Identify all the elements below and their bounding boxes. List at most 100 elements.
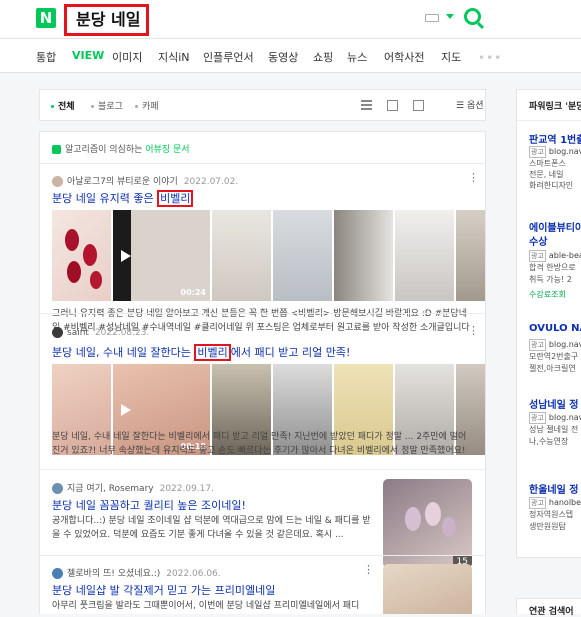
ad-badge: 광고 bbox=[529, 146, 546, 158]
post-title[interactable]: 분당 네일샵 발 각질제거 믿고 가는 프리미엘네일 bbox=[52, 582, 275, 598]
highlighted-keyword: 비벨리 bbox=[157, 190, 194, 207]
dot-icon bbox=[135, 105, 138, 108]
related-title: 연관 검색어 bbox=[529, 607, 574, 617]
more-options-icon[interactable]: ⋮ bbox=[363, 564, 374, 575]
salon-photo[interactable] bbox=[273, 210, 332, 301]
ad-title[interactable]: OVULO NAIL bbox=[529, 323, 581, 334]
author-name[interactable]: 아날로그7의 뷰티로운 이야기 bbox=[67, 177, 178, 187]
post-title[interactable]: 분당 네일 꼼꼼하고 퀄리티 높은 조이네일! bbox=[52, 497, 246, 513]
filter-all[interactable]: 전체 bbox=[51, 99, 75, 112]
salon-photo[interactable] bbox=[456, 210, 485, 301]
ad-url[interactable]: 광고 able-bea bbox=[529, 250, 581, 262]
ad-badge: 광고 bbox=[529, 497, 546, 509]
divider bbox=[40, 555, 485, 556]
author-name[interactable]: saint bbox=[67, 328, 89, 338]
ad-title-line2[interactable]: 수상 bbox=[529, 233, 547, 248]
post-snippet: 아무리 풋크림을 발라도 그때뿐이어서, 이번에 분당 네일샵 프리미엘네일에서… bbox=[52, 601, 360, 611]
nail-photo[interactable] bbox=[52, 210, 111, 301]
grid-view-icon[interactable] bbox=[387, 100, 398, 111]
list-view-icon[interactable] bbox=[361, 100, 372, 110]
play-icon[interactable] bbox=[121, 404, 131, 416]
divider bbox=[40, 313, 485, 314]
ad-title[interactable]: 판교역 1번출 bbox=[529, 131, 581, 146]
tab-news[interactable]: 뉴스 bbox=[347, 49, 367, 65]
post-snippet: 공개합니다..:) 분당 네일 조이네일 샵 덕분에 역대급으로 맘에 드는 네… bbox=[52, 516, 371, 540]
more-tabs-icon[interactable]: ••• bbox=[478, 51, 502, 65]
ad-desc: 성남 젤네일 전 bbox=[529, 425, 579, 434]
ad-title[interactable]: 에이블뷰티아 bbox=[529, 219, 581, 234]
ad-desc: 취득 가능! 2 bbox=[529, 275, 572, 284]
ad-desc: 합격 한방으로 bbox=[529, 263, 576, 272]
ad-badge: 광고 bbox=[529, 250, 546, 262]
author-name[interactable]: 지금 여기, Rosemary bbox=[67, 484, 154, 494]
ad-title[interactable]: 성남네일 정 bbox=[529, 396, 578, 411]
avatar[interactable] bbox=[52, 327, 63, 338]
power-link-sidebar: 파워링크 '분당 판교역 1번출 광고 blog.nav 스마트폰스 전문, 네일… bbox=[516, 89, 581, 558]
more-options-icon[interactable]: ⋮ bbox=[468, 172, 479, 183]
keyboard-icon[interactable] bbox=[425, 14, 439, 22]
header: N 분당 네일 bbox=[0, 0, 581, 39]
search-icon[interactable] bbox=[464, 8, 481, 25]
ad-desc: 정자역원스텝 bbox=[529, 510, 574, 519]
filter-blog[interactable]: 블로그 bbox=[91, 99, 123, 112]
post-snippet: 분당 네일, 수내 네일 잘한다는 비벨리에서 패디 받고 리얼 만족! 지난번… bbox=[52, 432, 467, 456]
abuse-doc-link[interactable]: 어뷰징 문서 bbox=[145, 145, 189, 155]
tab-all[interactable]: 통합 bbox=[36, 49, 56, 65]
play-icon[interactable] bbox=[121, 250, 131, 262]
more-options-icon[interactable]: ⋮ bbox=[468, 325, 479, 336]
tab-kin[interactable]: 지식iN bbox=[158, 49, 190, 65]
avatar[interactable] bbox=[52, 176, 63, 187]
sidebar-title: 파워링크 '분당 bbox=[529, 102, 581, 112]
tab-view[interactable]: VIEW bbox=[72, 49, 104, 62]
ad-desc: 젤전,아크릴연 bbox=[529, 364, 576, 373]
tab-video[interactable]: 동영상 bbox=[268, 49, 298, 65]
post-date: 2022.08.23. bbox=[94, 328, 150, 338]
salon-photo[interactable] bbox=[334, 210, 393, 301]
salon-photo[interactable] bbox=[212, 210, 271, 301]
chevron-down-icon[interactable] bbox=[446, 14, 454, 19]
options-button[interactable]: ☰ 옵션 bbox=[456, 98, 484, 111]
post-meta: 지금 여기, Rosemary 2022.09.17. bbox=[52, 481, 214, 494]
info-icon bbox=[52, 145, 61, 154]
image-strip[interactable]: 00:24 bbox=[52, 210, 485, 301]
avatar[interactable] bbox=[52, 483, 63, 494]
highlighted-keyword: 비벨리 bbox=[194, 344, 231, 361]
dot-icon bbox=[91, 105, 94, 108]
ad-title[interactable]: 한올네일 정 bbox=[529, 481, 578, 496]
post-title[interactable]: 분당 네일 유지력 좋은 비벨리 bbox=[52, 190, 194, 207]
search-tabs: 통합 VIEW 이미지 지식iN 인플루언서 동영상 쇼핑 뉴스 어학사전 지도… bbox=[0, 39, 581, 73]
divider bbox=[40, 469, 485, 470]
post-meta: 젤로바의 뜨! 오셨네요.:) 2022.06.06. bbox=[52, 566, 221, 579]
algorithm-notice: 알고리즘이 의심하는 어뷰징 문서 bbox=[52, 142, 190, 155]
tab-image[interactable]: 이미지 bbox=[112, 49, 142, 65]
post-date: 2022.07.02. bbox=[183, 177, 239, 187]
ad-url[interactable]: 광고 blog.nav bbox=[529, 339, 581, 351]
card-view-icon[interactable] bbox=[413, 100, 424, 111]
ad-badge: 광고 bbox=[529, 412, 546, 424]
ad-desc: 모란역2번출구 bbox=[529, 352, 579, 361]
filter-cafe[interactable]: 카페 bbox=[135, 99, 159, 112]
video-thumbnail[interactable]: 00:24 bbox=[113, 210, 210, 301]
post-title[interactable]: 분당 네일, 수내 네일 잘한다는 비벨리 에서 패디 받고 리얼 만족! bbox=[52, 344, 350, 361]
ad-sublink[interactable]: 수강료조회 bbox=[529, 289, 566, 300]
tab-map[interactable]: 지도 bbox=[441, 49, 461, 65]
salon-photo[interactable] bbox=[395, 210, 454, 301]
post-thumbnail[interactable] bbox=[383, 564, 472, 614]
naver-logo[interactable]: N bbox=[36, 8, 56, 28]
divider bbox=[517, 120, 581, 121]
avatar[interactable] bbox=[52, 568, 63, 579]
ad-url[interactable]: 광고 blog.nav bbox=[529, 146, 581, 158]
tab-influencer[interactable]: 인플루언서 bbox=[203, 49, 254, 65]
ad-url[interactable]: 광고 blog.nav bbox=[529, 412, 581, 424]
ad-url[interactable]: 광고hanolbea bbox=[529, 497, 581, 509]
post-date: 2022.09.17. bbox=[159, 484, 214, 494]
tab-shopping[interactable]: 쇼핑 bbox=[313, 49, 333, 65]
author-name[interactable]: 젤로바의 뜨! 오셨네요.:) bbox=[67, 569, 160, 579]
search-input[interactable]: 분당 네일 bbox=[64, 4, 149, 36]
divider bbox=[40, 163, 485, 164]
video-duration: 00:24 bbox=[180, 288, 206, 297]
ad-desc: 생만원원탐 bbox=[529, 522, 566, 531]
post-meta: 아날로그7의 뷰티로운 이야기 2022.07.02. bbox=[52, 174, 238, 187]
tab-dictionary[interactable]: 어학사전 bbox=[384, 49, 424, 65]
post-date: 2022.06.06. bbox=[166, 569, 221, 579]
